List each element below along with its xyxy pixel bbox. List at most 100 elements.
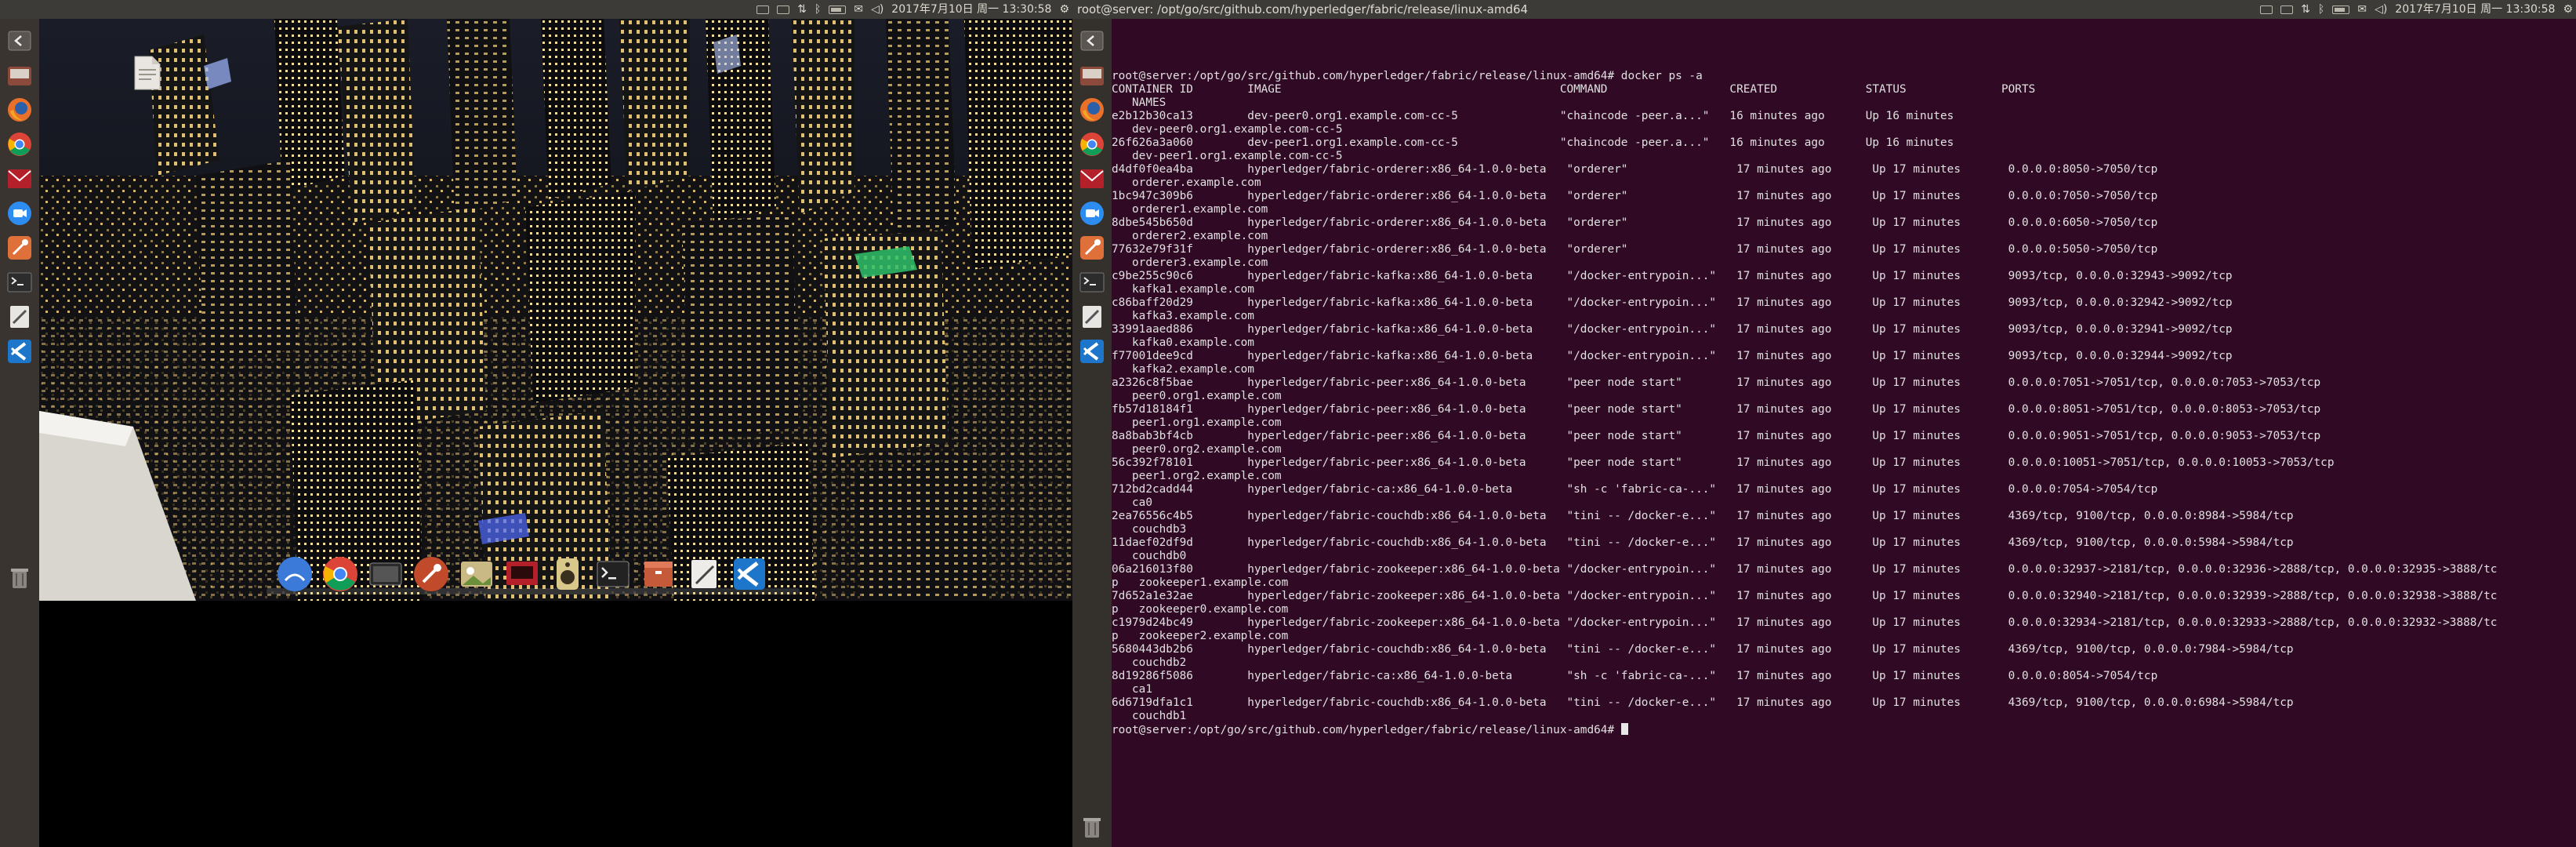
gear-icon[interactable]: ⚙ [2563, 0, 2573, 19]
indicator-area-left: ⇅ ᛒ ✉ ◁) 2017年7月10日 周一 13:30:58 ⚙ [756, 0, 1069, 19]
terminal-output[interactable]: root@server:/opt/go/src/github.com/hyper… [1112, 19, 2576, 847]
sort-icon[interactable]: ⇅ [797, 0, 807, 19]
terminal-cursor [1620, 723, 1628, 735]
terminal-line: kafka3.example.com [1112, 310, 1254, 322]
battery-icon[interactable] [829, 5, 847, 14]
indicator-area-right: ⇅ ᛒ ✉ ◁) 2017年7月10日 周一 13:30:58 ⚙ [2260, 0, 2573, 19]
terminal-line: 26f626a3a060 dev-peer1.org1.example.com-… [1112, 136, 1954, 149]
terminal-line: c1979d24bc49 hyperledger/fabric-zookeepe… [1112, 616, 2498, 629]
terminal-prompt: root@server:/opt/go/src/github.com/hyper… [1112, 724, 1621, 736]
mail-app-icon[interactable] [1076, 163, 1108, 194]
mail-app-icon[interactable] [4, 163, 35, 194]
terminal-line: 2ea76556c4b5 hyperledger/fabric-couchdb:… [1112, 510, 2294, 522]
window-title-right: root@server: /opt/go/src/github.com/hype… [1077, 2, 1529, 16]
terminal-line: CONTAINER ID IMAGE COMMAND CREATED STATU… [1112, 83, 2036, 96]
editor-icon[interactable] [4, 301, 35, 333]
terminal-icon[interactable] [4, 267, 35, 298]
desktop-wallpaper [39, 19, 1072, 601]
terminal-line: c9be255c90c6 hyperledger/fabric-kafka:x8… [1112, 270, 2233, 282]
terminal-prompt-line[interactable]: root@server:/opt/go/src/github.com/hyper… [1112, 723, 2576, 736]
terminal-line: fb57d18184f1 hyperledger/fabric-peer:x86… [1112, 403, 2321, 416]
terminal-line: a2326c8f5bae hyperledger/fabric-peer:x86… [1112, 376, 2321, 389]
terminal-line: p zookeeper0.example.com [1112, 603, 1289, 616]
battery-icon[interactable] [2332, 5, 2350, 14]
launcher-right [1072, 19, 1112, 847]
terminal-line: orderer1.example.com [1112, 203, 1268, 216]
terminal-icon[interactable] [593, 554, 633, 594]
terminal-line: 06a216013f80 hyperledger/fabric-zookeepe… [1112, 563, 2498, 576]
city-night-image [39, 19, 1072, 601]
terminal-line: peer0.org2.example.com [1112, 443, 1282, 456]
top-panel-left: ⇅ ᛒ ✉ ◁) 2017年7月10日 周一 13:30:58 ⚙ [0, 0, 1072, 19]
files-icon[interactable] [1076, 60, 1108, 91]
terminal-line: 1bc947c309b6 hyperledger/fabric-orderer:… [1112, 190, 2158, 202]
vscode-icon[interactable] [1076, 336, 1108, 367]
keyboard-icon[interactable] [2260, 5, 2273, 14]
mail-icon[interactable]: ✉ [854, 0, 863, 19]
terminal-line: c86baff20d29 hyperledger/fabric-kafka:x8… [1112, 296, 2233, 309]
clock[interactable]: 2017年7月10日 周一 13:30:58 [891, 0, 1051, 19]
archive-icon[interactable] [638, 554, 679, 594]
clock[interactable]: 2017年7月10日 周一 13:30:58 [2395, 0, 2555, 19]
terminal-line: kafka2.example.com [1112, 363, 1254, 376]
files-icon[interactable] [4, 60, 35, 91]
photos-icon[interactable] [456, 554, 497, 594]
sort-icon[interactable]: ⇅ [2301, 0, 2310, 19]
kite-icon[interactable] [4, 232, 35, 264]
firefox-icon[interactable] [4, 94, 35, 125]
trash-icon[interactable] [1076, 811, 1108, 842]
terminal-line: 712bd2cadd44 hyperledger/fabric-ca:x86_6… [1112, 483, 2158, 496]
terminal-line: e2b12b30ca13 dev-peer0.org1.example.com-… [1112, 110, 1954, 122]
terminal-line: 6d6719dfa1c1 hyperledger/fabric-couchdb:… [1112, 696, 2294, 709]
video-call-icon[interactable] [1076, 198, 1108, 229]
top-panel-right: root@server: /opt/go/src/github.com/hype… [1072, 0, 2576, 19]
terminal-line: d4df0f0ea4ba hyperledger/fabric-orderer:… [1112, 163, 2158, 176]
terminal-line: 5680443db2b6 hyperledger/fabric-couchdb:… [1112, 643, 2294, 656]
firefox-icon[interactable] [1076, 94, 1108, 125]
chrome-icon[interactable] [4, 129, 35, 160]
textedit-icon[interactable] [684, 554, 724, 594]
terminal-line: peer1.org2.example.com [1112, 470, 1282, 482]
chrome-icon[interactable] [1076, 129, 1108, 160]
video-call-icon[interactable] [4, 198, 35, 229]
bluetooth-icon[interactable]: ᛒ [815, 0, 821, 19]
left-screen: ⇅ ᛒ ✉ ◁) 2017年7月10日 周一 13:30:58 ⚙ [0, 0, 1072, 847]
terminal-line: couchdb2 [1112, 656, 1187, 669]
gear-icon[interactable]: ⚙ [1059, 0, 1069, 19]
keyboard-icon[interactable] [756, 5, 770, 14]
terminal-line: ca0 [1112, 496, 1152, 509]
terminal-line: 7d652a1e32ae hyperledger/fabric-zookeepe… [1112, 590, 2498, 602]
back-icon[interactable] [4, 25, 35, 56]
mail-icon[interactable]: ✉ [2357, 0, 2367, 19]
desktop-file-icon[interactable] [133, 55, 161, 91]
volume-icon[interactable]: ◁) [2375, 0, 2387, 19]
audio-icon[interactable] [547, 554, 588, 594]
launcher-left [0, 19, 39, 847]
terminal-line: ca1 [1112, 683, 1152, 696]
terminal-line: orderer.example.com [1112, 176, 1261, 189]
rocket-icon[interactable] [411, 554, 452, 594]
vscode-icon[interactable] [729, 554, 770, 594]
terminal-line: couchdb3 [1112, 523, 1187, 536]
vscode-icon[interactable] [4, 336, 35, 367]
chrome-icon[interactable] [320, 554, 361, 594]
volume-icon[interactable]: ◁) [871, 0, 883, 19]
bluetooth-icon[interactable]: ᛒ [2318, 0, 2324, 19]
network-icon[interactable] [777, 5, 790, 14]
terminal-line: dev-peer0.org1.example.com-cc-5 [1112, 123, 1343, 136]
kite-icon[interactable] [1076, 232, 1108, 264]
terminal-line: orderer2.example.com [1112, 230, 1268, 242]
terminal-icon[interactable] [1076, 267, 1108, 298]
editor-icon[interactable] [1076, 301, 1108, 333]
network-icon[interactable] [2280, 5, 2294, 14]
finder-icon[interactable] [274, 554, 315, 594]
terminal-line: 56c392f78101 hyperledger/fabric-peer:x86… [1112, 456, 2335, 469]
terminal-line: p zookeeper2.example.com [1112, 630, 1289, 642]
video-icon[interactable] [365, 554, 406, 594]
terminal-line: dev-peer1.org1.example.com-cc-5 [1112, 150, 1343, 162]
terminal-line: p zookeeper1.example.com [1112, 576, 1289, 589]
terminal-line: f77001dee9cd hyperledger/fabric-kafka:x8… [1112, 350, 2233, 362]
slides-icon[interactable] [502, 554, 542, 594]
trash-icon[interactable] [4, 562, 35, 593]
back-icon[interactable] [1076, 25, 1108, 56]
